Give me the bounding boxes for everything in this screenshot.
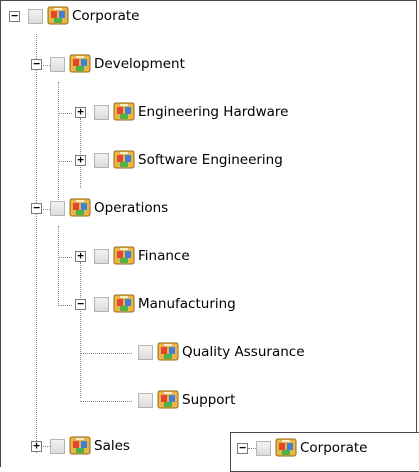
org-chart-icon [69, 54, 91, 73]
checkbox[interactable] [28, 9, 43, 24]
node-label[interactable]: Operations [94, 200, 168, 216]
tree-connector-line [80, 262, 81, 398]
drag-ghost-node[interactable]: − Corporate [230, 432, 419, 472]
checkbox[interactable] [94, 153, 109, 168]
node-label[interactable]: Manufacturing [138, 296, 236, 312]
expand-toggle[interactable]: + [75, 154, 86, 166]
org-chart-icon [157, 342, 179, 361]
org-chart-icon [275, 438, 297, 457]
org-chart-icon [47, 6, 69, 25]
node-label[interactable]: Development [94, 56, 185, 72]
checkbox[interactable] [138, 345, 153, 360]
collapse-toggle[interactable]: − [9, 10, 20, 22]
org-chart-icon [113, 150, 135, 169]
tree-connector-line [80, 401, 132, 402]
checkbox[interactable] [256, 441, 271, 456]
checkbox[interactable] [50, 439, 65, 454]
org-chart-icon [157, 390, 179, 409]
node-label[interactable]: Sales [94, 438, 130, 454]
tree-view: − Corporate − Development + Engineering … [0, 0, 417, 467]
node-label[interactable]: Software Engineering [138, 152, 283, 168]
org-chart-icon [113, 102, 135, 121]
collapse-toggle[interactable]: − [237, 442, 248, 454]
expand-toggle[interactable]: + [75, 106, 86, 118]
tree-connector-line [58, 305, 72, 306]
org-chart-icon [113, 294, 135, 313]
org-chart-icon [113, 246, 135, 265]
tree-connector-line [248, 448, 256, 449]
node-label[interactable]: Engineering Hardware [138, 104, 288, 120]
collapse-toggle[interactable]: − [31, 58, 42, 70]
node-label[interactable]: Quality Assurance [182, 344, 305, 360]
checkbox[interactable] [94, 297, 109, 312]
expand-toggle[interactable]: + [75, 250, 86, 262]
collapse-toggle[interactable]: − [31, 202, 42, 214]
tree-connector-line [80, 353, 132, 354]
checkbox[interactable] [94, 249, 109, 264]
collapse-toggle[interactable]: − [75, 298, 86, 310]
node-label[interactable]: Corporate [72, 8, 140, 24]
node-label: Corporate [300, 440, 368, 456]
tree-connector-line [58, 82, 59, 216]
checkbox[interactable] [138, 393, 153, 408]
checkbox[interactable] [50, 201, 65, 216]
checkbox[interactable] [50, 57, 65, 72]
tree-connector-line [58, 257, 72, 258]
tree-connector-line [58, 113, 72, 114]
node-label[interactable]: Support [182, 392, 235, 408]
expand-toggle[interactable]: + [31, 440, 42, 452]
checkbox[interactable] [94, 105, 109, 120]
tree-connector-line [58, 226, 59, 306]
org-chart-icon [69, 436, 91, 455]
tree-connector-line [58, 161, 72, 162]
org-chart-icon [69, 198, 91, 217]
tree-connector-line [36, 34, 37, 453]
node-label[interactable]: Finance [138, 248, 190, 264]
